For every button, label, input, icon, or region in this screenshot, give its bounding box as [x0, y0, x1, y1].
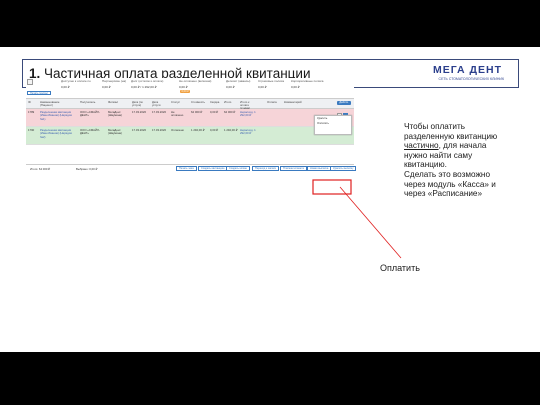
col-header: Получатель	[80, 99, 96, 104]
summary-field: Корпоративные полиса 0,00 ₽	[291, 79, 324, 89]
col-header: Стоимость	[191, 99, 206, 104]
table-row[interactable]: 1789 Разделенная квитанция (Иван Иванов)…	[26, 109, 354, 127]
col-header: ID	[28, 99, 31, 104]
col-header: Наименование (Пациент)	[40, 99, 60, 107]
summary-field: Партнерские (на) 0,00 ₽	[102, 79, 127, 89]
slide: 1. Частичная оплата разделенной квитанци…	[0, 47, 540, 352]
back-button[interactable]	[27, 79, 33, 85]
footer-button[interactable]: Создать копию	[226, 166, 250, 171]
summary-field: Долг (остаток к оплате) 0,00 ₽ / 1 292,00…	[131, 79, 164, 89]
table-header: ID Наименование (Пациент) Получатель Фил…	[26, 98, 354, 110]
footer-button[interactable]: Удалить выписку	[330, 166, 357, 171]
summary-field: Депозит (авансы) 0,00 ₽	[226, 79, 251, 89]
footer-button[interactable]: Переход к записи	[252, 166, 280, 171]
megadent-logo: МЕГА ДЕНТ СЕТЬ СТОМАТОЛОГИЧЕСКИХ КЛИНИК	[422, 64, 508, 85]
col-header: Скидка	[210, 99, 220, 104]
col-header: Комментарий	[284, 99, 302, 104]
screenshot-footer: Итого: 64 000 ₽ Выбрано: 0,00 ₽ Печать ч…	[26, 164, 357, 174]
summary-field: Доступно к оплате по 0,00 ₽	[61, 79, 91, 89]
row-action-dropdown: Удалить Оплатить	[314, 115, 352, 135]
unpaid-badge: 0,00 ₽	[180, 90, 191, 93]
col-header: Оплата	[267, 99, 277, 104]
footer-button[interactable]: Печать чека	[176, 166, 197, 171]
print-cash-button[interactable]: Печать (кассы)	[27, 91, 52, 95]
dropdown-item-pay[interactable]: Оплатить	[315, 121, 351, 126]
summary-field: Страховые полиса 0,00 ₽	[258, 79, 285, 89]
footer-button[interactable]: Новая выписка	[307, 166, 332, 171]
instruction-note: Чтобы оплатить разделенную квитанцию час…	[404, 122, 498, 199]
col-header: Дата услуги	[152, 99, 161, 107]
col-header: Статус	[171, 99, 180, 104]
footer-button[interactable]: Создать квитанцию	[198, 166, 228, 171]
col-header: Дата (по услуге)	[132, 99, 143, 107]
actions-button[interactable]: Действ.	[337, 101, 351, 105]
footer-total: Итого: 64 000 ₽	[30, 167, 50, 171]
footer-button[interactable]: Платежи клиента	[280, 166, 307, 171]
footer-selected: Выбрано: 0,00 ₽	[76, 167, 98, 171]
col-header: Итого	[224, 99, 232, 104]
cash-module-screenshot: Доступно к оплате по 0,00 ₽ Партнерские (…	[26, 78, 357, 176]
logo-subtext: СЕТЬ СТОМАТОЛОГИЧЕСКИХ КЛИНИК	[438, 77, 504, 81]
summary-toolbar: Доступно к оплате по 0,00 ₽ Партнерские (…	[26, 78, 354, 96]
col-header: Филиал	[108, 99, 119, 104]
callout-pay-label: Оплатить	[380, 263, 420, 273]
table-row[interactable]: 1790 Разделенная квитанция (Иван Иванов)…	[26, 127, 354, 145]
logo-text: МЕГА ДЕНТ	[432, 64, 502, 76]
summary-field: Не оплачено (включая) 0,00 ₽0,00 ₽	[179, 79, 212, 93]
